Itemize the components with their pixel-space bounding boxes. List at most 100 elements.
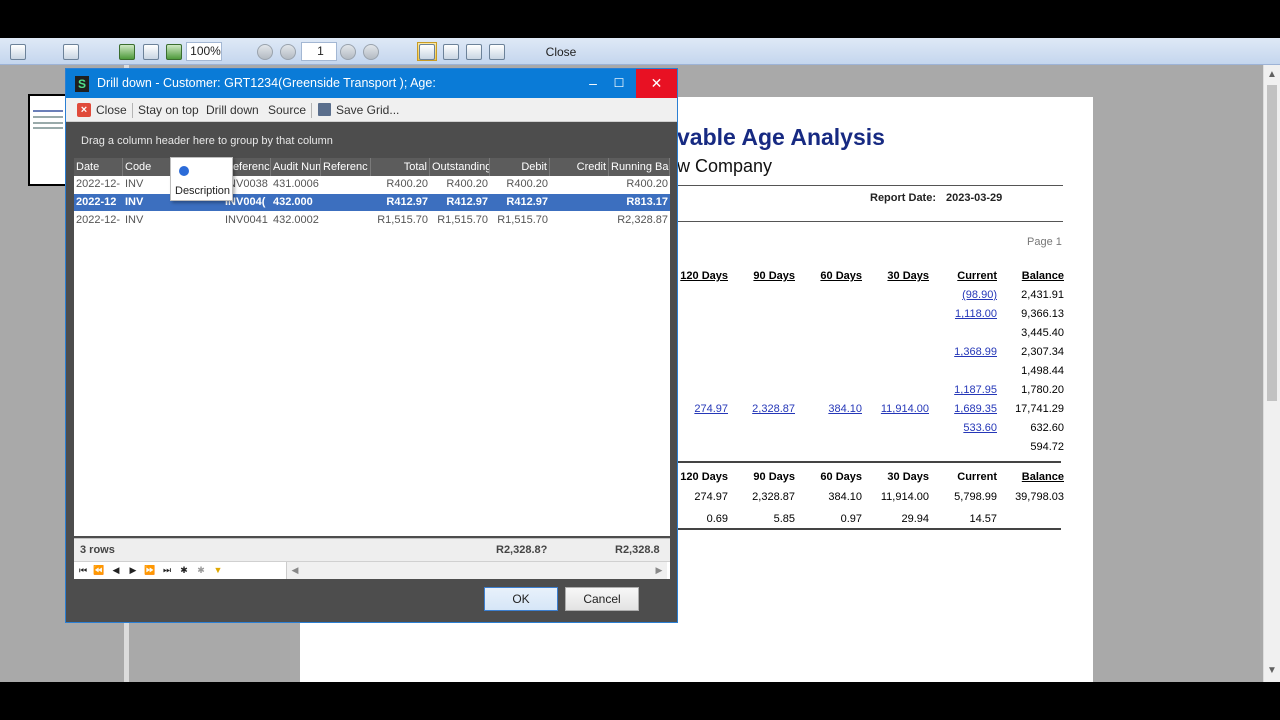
grid-cell[interactable]: INV0041	[223, 212, 271, 229]
column-header[interactable]: Date	[74, 158, 123, 176]
vertical-scrollbar[interactable]: ▲ ▼	[1263, 65, 1280, 682]
column-header[interactable]: Total	[371, 158, 430, 176]
scroll-down-icon[interactable]: ▼	[1264, 663, 1280, 679]
grid-cell[interactable]: 2022-12-	[74, 176, 123, 193]
grid-cell[interactable]: R400.20	[371, 176, 430, 193]
grid-cell[interactable]: 431.0006	[271, 176, 321, 193]
prev-record-icon[interactable]: ◀	[110, 564, 122, 577]
grid-cell[interactable]	[550, 194, 609, 211]
grid-cell[interactable]: R813.17	[609, 194, 670, 211]
next-page-icon[interactable]: ⏩	[144, 564, 156, 577]
grid-cell[interactable]: R400.20	[609, 176, 670, 193]
drill-down-grid: Date Code Referenc Audit Num Referenc Total Ou…	[74, 158, 670, 536]
grid-cell[interactable]: R1,515.70	[430, 212, 490, 229]
group-by-area[interactable]: Drag a column header here to group by th…	[74, 129, 670, 161]
save-grid-button[interactable]: Save Grid...	[336, 102, 399, 118]
next-page-icon[interactable]	[340, 42, 356, 61]
export-icon[interactable]	[119, 42, 135, 61]
bottom-divider	[677, 528, 1061, 530]
close-icon[interactable]: ×	[77, 103, 91, 117]
column-header[interactable]: Outstanding	[430, 158, 490, 176]
viewer-toolbar: 100% 1 Close	[0, 38, 1280, 65]
divider	[677, 185, 1063, 186]
close-button[interactable]: Close	[96, 102, 127, 118]
two-page-icon[interactable]	[466, 42, 482, 61]
stay-on-top-button[interactable]: Stay on top	[138, 102, 199, 118]
first-record-icon[interactable]: ⏮	[77, 564, 89, 577]
grid-cell[interactable]	[321, 176, 371, 193]
grid-cell[interactable]: R400.20	[430, 176, 490, 193]
dialog-title-bar[interactable]: S Drill down - Customer: GRT1234(Greensi…	[66, 69, 677, 98]
report-cell: 594.72	[1030, 441, 1064, 453]
column-header[interactable]: Debit	[490, 158, 550, 176]
grid-cell[interactable]: 2022-12-	[74, 212, 123, 229]
page-number-input[interactable]: 1	[301, 42, 337, 61]
grid-cell[interactable]: R412.97	[490, 194, 550, 211]
delete-icon[interactable]: ✱	[195, 564, 207, 577]
company-name: w Company	[677, 156, 773, 176]
grid-cell[interactable]: R400.20	[490, 176, 550, 193]
filter-icon[interactable]: ▼	[212, 564, 224, 577]
print-icon[interactable]	[10, 42, 26, 61]
running-total: R2,328.8	[615, 544, 660, 556]
column-header[interactable]: Audit Num	[271, 158, 321, 176]
grid-cell[interactable]: R1,515.70	[371, 212, 430, 229]
grid-cell[interactable]: 432.000	[271, 194, 321, 211]
grid-cell[interactable]	[321, 194, 371, 211]
scroll-thumb[interactable]	[1267, 85, 1277, 401]
grid-cell[interactable]: R412.97	[371, 194, 430, 211]
scroll-left-icon[interactable]: ◀	[287, 562, 303, 578]
column-header[interactable]: Credit	[550, 158, 609, 176]
insert-icon[interactable]: ✱	[178, 564, 190, 577]
continuous-page-icon[interactable]	[443, 42, 459, 61]
grid-cell[interactable]: INV	[123, 176, 173, 193]
zoom-input[interactable]: 100%	[186, 42, 222, 61]
cancel-button[interactable]: Cancel	[565, 587, 639, 611]
grid-cell[interactable]	[173, 212, 223, 229]
fit-page-icon[interactable]	[166, 42, 182, 61]
letterbox	[0, 682, 1280, 720]
scroll-up-icon[interactable]: ▲	[1264, 67, 1280, 83]
page-thumbnail[interactable]	[28, 94, 68, 186]
single-page-icon[interactable]	[417, 42, 437, 61]
grid-cell[interactable]: R1,515.70	[490, 212, 550, 229]
grid-cell[interactable]: R412.97	[430, 194, 490, 211]
info-icon	[179, 166, 189, 176]
report-date: 2023-03-29	[946, 192, 1003, 204]
close-window-icon[interactable]: ✕	[636, 69, 677, 98]
group-hint: Drag a column header here to group by th…	[81, 135, 333, 147]
close-button[interactable]: Close	[540, 42, 582, 61]
save-icon[interactable]	[318, 103, 331, 116]
first-page-icon[interactable]	[257, 42, 273, 61]
grid-cell[interactable]: R2,328.87	[609, 212, 670, 229]
maximize-icon[interactable]: ☐	[604, 69, 634, 98]
ok-button[interactable]: OK	[484, 587, 558, 611]
totals-header: Balance	[1021, 471, 1064, 483]
report-cell: 1,498.44	[1021, 365, 1064, 377]
next-record-icon[interactable]: ▶	[127, 564, 139, 577]
grid-cell[interactable]: 2022-12	[74, 194, 123, 211]
binoculars-icon[interactable]	[63, 42, 79, 61]
dialog-title: Drill down - Customer: GRT1234(Greenside…	[97, 76, 436, 90]
grid-cell[interactable]	[550, 212, 609, 229]
grid-cell[interactable]	[321, 212, 371, 229]
source-button[interactable]: Source	[268, 102, 306, 118]
scroll-right-icon[interactable]: ▶	[651, 562, 667, 578]
report-cell: 17,741.29	[1015, 403, 1064, 415]
prev-page-icon[interactable]	[280, 42, 296, 61]
multi-page-icon[interactable]	[489, 42, 505, 61]
grid-cell[interactable]: INV	[123, 212, 173, 229]
grid-cell[interactable]: 432.0002	[271, 212, 321, 229]
tooltip-text: Description	[175, 185, 231, 197]
horizontal-scrollbar[interactable]: ◀ ▶	[286, 562, 667, 579]
column-header[interactable]: Running Ba	[609, 158, 670, 176]
page-setup-icon[interactable]	[143, 42, 159, 61]
column-header[interactable]: Referenc	[321, 158, 371, 176]
grid-cell[interactable]	[550, 176, 609, 193]
column-header[interactable]: Code	[123, 158, 173, 176]
last-record-icon[interactable]: ⏭	[161, 564, 173, 577]
drill-down-button[interactable]: Drill down	[206, 102, 259, 118]
last-page-icon[interactable]	[363, 42, 379, 61]
prev-page-icon[interactable]: ⏪	[93, 564, 105, 577]
grid-cell[interactable]: INV	[123, 194, 173, 211]
